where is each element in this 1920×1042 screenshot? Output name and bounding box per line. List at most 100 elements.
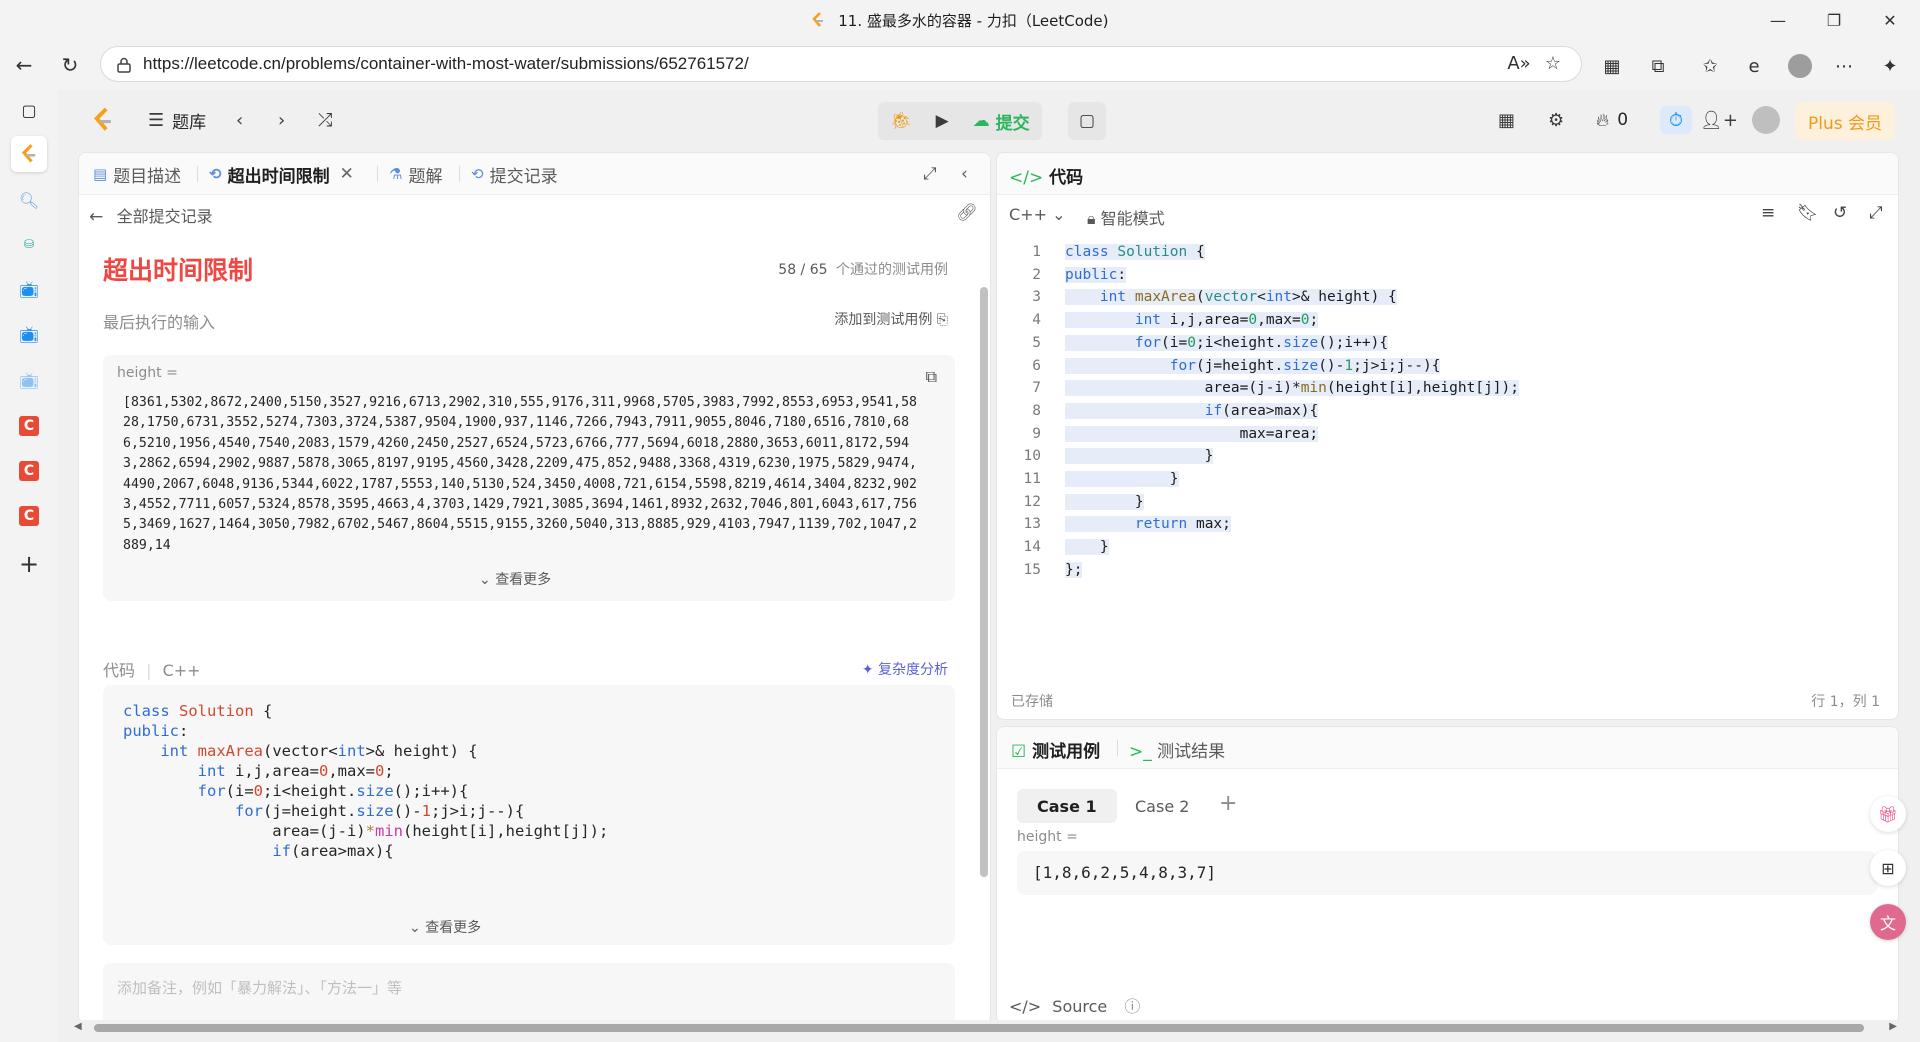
testcase-value-input[interactable]: [1,8,6,2,5,4,8,3,7] (1017, 851, 1877, 895)
line-numbers: 1 2 3 4 5 6 7 8 9 10 11 12 13 14 15 (1023, 244, 1041, 578)
note-placeholder: 添加备注，例如「暴力解法」、「方法一」等 (117, 979, 403, 997)
extensions-icon[interactable]: ⧉ (1644, 52, 1672, 80)
run-icon[interactable]: ▶ (924, 102, 961, 140)
bilibili-tab-icon-2[interactable]: 📺︎ (11, 316, 47, 352)
checkbox-icon: ☑ (1011, 742, 1027, 762)
layout-icon[interactable]: ▦ (1498, 106, 1515, 134)
copilot-icon[interactable]: ✦ (1876, 52, 1904, 80)
problem-list-button[interactable]: ☰ 题库 (148, 106, 206, 134)
next-problem-icon[interactable]: › (278, 106, 285, 134)
reset-icon[interactable]: ↺ (1833, 203, 1847, 223)
timer-icon[interactable]: ⏱ (1660, 106, 1692, 134)
collections-icon[interactable]: e (1740, 52, 1768, 80)
csdn-tab-icon-2[interactable]: C (11, 453, 47, 489)
bilibili-tab-icon-3[interactable]: 📺︎ (11, 362, 47, 398)
fullscreen-icon[interactable]: ⤢ (1869, 203, 1883, 223)
close-tab-icon[interactable]: ✕ (340, 164, 354, 184)
debug-icon[interactable]: 🐞︎ (878, 102, 924, 140)
bookmark-icon[interactable]: 🔖︎ (1797, 203, 1819, 223)
bilibili-tab-icon[interactable]: 📺︎ (11, 271, 47, 307)
search-tab-icon[interactable]: 🔍︎ (11, 182, 47, 218)
back-icon[interactable]: ← (8, 50, 40, 80)
editor-footer: 已存储 行 1，列 1 (997, 681, 1898, 719)
flask-icon: ⚗ (389, 165, 403, 183)
share-link-icon[interactable]: 🔗︎ (956, 203, 978, 223)
leetcode-home-icon[interactable] (92, 106, 114, 134)
editor-toolbar: C++ ⌄ 🔒︎ 智能模式 ≡ 🔖︎ ↺ ⤢ (997, 195, 1898, 235)
editor-code: class Solution { public: int maxArea(vec… (1065, 244, 1519, 578)
tab-test-result[interactable]: >_ 测试结果 (1129, 737, 1225, 762)
status-title: 超出时间限制 (103, 256, 254, 285)
case-1-button[interactable]: Case 1 (1017, 789, 1117, 823)
back-to-submissions-button[interactable]: ← 全部提交记录 (89, 203, 213, 227)
left-scrollbar[interactable] (977, 269, 989, 1023)
tab-time-limit-exceeded[interactable]: ⟲ 超出时间限制 ✕ (209, 161, 354, 187)
see-more-input-button[interactable]: ⌄ 查看更多 (479, 569, 551, 589)
arrow-left-icon: ← (89, 207, 104, 227)
case-2-button[interactable]: Case 2 (1115, 789, 1209, 823)
prev-problem-icon[interactable]: ‹ (236, 106, 243, 134)
tab-description[interactable]: ▤ 题目描述 (93, 161, 181, 187)
maximize-panel-icon[interactable]: ⤢ (923, 161, 937, 187)
note-input[interactable]: 添加备注，例如「暴力解法」、「方法一」等 (103, 963, 955, 1023)
format-icon[interactable]: ≡ (1761, 203, 1775, 223)
horizontal-scrollbar[interactable]: ◀ ▶ (64, 1020, 1907, 1036)
apps-grid-icon[interactable]: ⊞ (1870, 850, 1906, 886)
translate-icon[interactable]: 文 (1870, 904, 1906, 940)
favorites-icon[interactable]: ✩ (1696, 52, 1724, 80)
settings-gear-icon[interactable]: ⚙ (1548, 106, 1564, 134)
copy-icon[interactable]: ⧉ (926, 367, 937, 387)
complexity-analysis-button[interactable]: ✦ 复杂度分析 (862, 659, 948, 679)
source-button[interactable]: </> Source ⓘ (1009, 993, 1140, 1017)
leetcode-app: ☰ 题库 ‹ › ⤮ 🐞︎ ▶ ☁ 提交 ▢ ▦ ⚙ 🔥︎ 0 ⏱ 👤︎+ Pl… (64, 90, 1907, 1040)
last-input-box: height = ⧉ [8361,5302,8672,2400,5150,352… (103, 355, 955, 601)
streak-button[interactable]: 🔥︎ 0 (1596, 106, 1628, 134)
input-var-value: [8361,5302,8672,2400,5150,3527,9216,6713… (123, 395, 917, 553)
code-area[interactable]: 1 2 3 4 5 6 7 8 9 10 11 12 13 14 15 class Solution { p… (997, 241, 1898, 681)
leetcode-tab-icon[interactable] (11, 136, 47, 172)
gift-icon[interactable]: 🎁︎ (1870, 796, 1906, 832)
plus-member-button[interactable]: Plus 会员 (1795, 102, 1895, 140)
cloud-upload-icon: ☁ (972, 111, 990, 131)
submit-button[interactable]: ☁ 提交 (961, 102, 1042, 140)
invite-friend-icon[interactable]: 👤︎+ (1700, 106, 1738, 134)
browser-toolbar: ← ↻ https://leetcode.cn/problems/contain… (0, 40, 1920, 90)
leetcode-logo-icon (812, 12, 824, 27)
add-tab-icon[interactable]: + (11, 546, 47, 582)
close-window-icon[interactable]: ✕ (1862, 0, 1918, 40)
help-circle-icon[interactable]: ⓘ (1124, 997, 1140, 1016)
terminal-icon: >_ (1129, 742, 1152, 762)
editor-header: </> 代码 (997, 153, 1898, 195)
lock-icon (117, 57, 131, 73)
tab-icon-2[interactable]: ⛁ (11, 226, 47, 262)
code-label: 代码 | C++ (103, 661, 201, 680)
tab-testcase[interactable]: ☑ 测试用例 (1011, 737, 1100, 762)
address-bar[interactable]: https://leetcode.cn/problems/container-w… (100, 46, 1582, 82)
more-menu-icon[interactable]: ⋯ (1830, 52, 1858, 80)
app-header: ☰ 题库 ‹ › ⤮ 🐞︎ ▶ ☁ 提交 ▢ ▦ ⚙ 🔥︎ 0 ⏱ 👤︎+ Pl… (64, 90, 1907, 150)
testcase-var-name: height = (1017, 829, 1078, 845)
refresh-icon[interactable]: ↻ (54, 50, 86, 80)
note-button[interactable]: ▢ (1068, 102, 1106, 140)
smart-mode-toggle[interactable]: 🔒︎ 智能模式 (1087, 205, 1165, 229)
user-avatar[interactable] (1752, 106, 1780, 134)
read-aloud-icon[interactable]: A» (1507, 53, 1531, 77)
csdn-tab-icon[interactable]: C (11, 408, 47, 444)
language-select[interactable]: C++ ⌄ (1009, 205, 1065, 224)
tab-actions-icon[interactable]: ▢ (11, 92, 47, 128)
add-case-icon[interactable]: + (1219, 791, 1237, 816)
tab-submissions[interactable]: ⟲ 提交记录 (471, 161, 558, 187)
profile-icon[interactable] (1786, 52, 1814, 80)
qr-code-icon[interactable]: ▦ (1598, 52, 1626, 80)
add-to-testcase-button[interactable]: 添加到测试用例 ⎘ (834, 309, 948, 329)
favorite-star-icon[interactable]: ☆ (1541, 53, 1565, 77)
left-panel: ▤ 题目描述 ⟲ 超出时间限制 ✕ ⚗ 题解 ⟲ 提交记录 ⤢ ‹ ← 全部提交… (78, 152, 991, 1024)
random-problem-icon[interactable]: ⤮ (318, 106, 332, 134)
collapse-panel-icon[interactable]: ‹ (961, 161, 968, 187)
code-editor-panel: </> 代码 C++ ⌄ 🔒︎ 智能模式 ≡ 🔖︎ ↺ ⤢ 1234567891… (996, 152, 1899, 720)
see-more-code-button[interactable]: ⌄ 查看更多 (409, 917, 481, 937)
minimize-icon[interactable]: — (1750, 0, 1806, 40)
csdn-tab-icon-3[interactable]: C (11, 498, 47, 534)
tab-solutions[interactable]: ⚗ 题解 (389, 161, 442, 187)
restore-icon[interactable]: ❐ (1806, 0, 1862, 40)
